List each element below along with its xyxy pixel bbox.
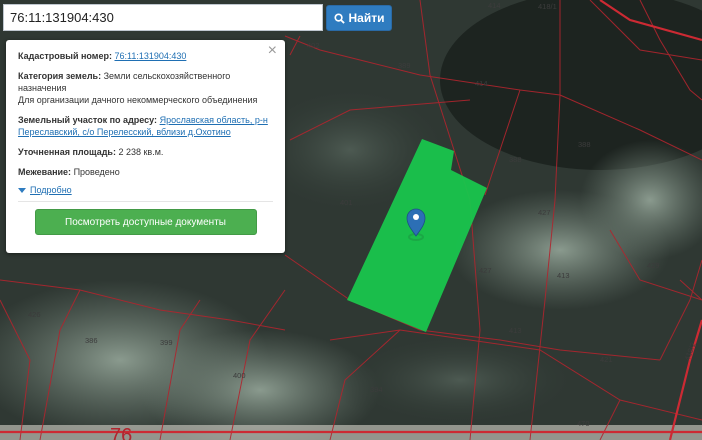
- search-icon: [333, 12, 345, 24]
- divider: [18, 201, 273, 202]
- land-purpose: Для организации дачного некоммерческого …: [18, 95, 258, 105]
- chevron-down-icon: [18, 187, 26, 193]
- survey-row: Межевание: Проведено: [18, 166, 273, 178]
- parcel-label: 400: [233, 371, 246, 380]
- location-marker-icon[interactable]: [406, 208, 426, 241]
- close-icon[interactable]: ×: [268, 43, 277, 59]
- parcel-label: 427: [538, 208, 551, 217]
- area-label: Уточненная площадь:: [18, 147, 116, 157]
- address-label: Земельный участок по адресу:: [18, 115, 158, 125]
- search-input[interactable]: [4, 5, 322, 30]
- parcel-label: 426: [28, 310, 41, 319]
- search-button[interactable]: Найти: [326, 5, 392, 31]
- area-row: Уточненная площадь: 2 238 кв.м.: [18, 146, 273, 158]
- parcel-label: 429: [647, 261, 660, 270]
- search-button-label: Найти: [348, 11, 385, 25]
- cadastral-number-row: Кадастровый номер: 76:11:131904:430: [18, 50, 273, 62]
- search-bar: [3, 4, 323, 31]
- details-toggle[interactable]: Подробно: [18, 184, 273, 196]
- parcel-label: 418/1: [538, 2, 557, 11]
- area-value: 2 238 кв.м.: [118, 147, 164, 157]
- parcel-label: 427: [479, 266, 492, 275]
- land-category-label: Категория земель:: [18, 71, 102, 81]
- district-label: 76: [110, 425, 132, 440]
- parcel-label: 413: [509, 326, 522, 335]
- parcel-label: 470: [577, 419, 590, 428]
- parcel-label: 399: [160, 338, 173, 347]
- parcel-label: 413: [557, 271, 570, 280]
- parcel-label: 401: [340, 198, 353, 207]
- cadastral-number-label: Кадастровый номер:: [18, 51, 112, 61]
- parcel-label: 389: [398, 61, 411, 70]
- survey-label: Межевание:: [18, 167, 72, 177]
- land-category-row: Категория земель: Земли сельскохозяйстве…: [18, 70, 273, 106]
- parcel-label: 388: [509, 155, 522, 164]
- parcel-label: 388: [578, 140, 591, 149]
- cadastral-number-link[interactable]: 76:11:131904:430: [114, 51, 186, 61]
- parcel-label: 402: [307, 41, 320, 50]
- address-row: Земельный участок по адресу: Ярославская…: [18, 114, 273, 138]
- parcel-label: 421: [600, 355, 613, 364]
- survey-value: Проведено: [73, 167, 120, 177]
- parcel-label: 394: [370, 385, 383, 394]
- view-documents-button[interactable]: Посмотреть доступные документы: [34, 209, 257, 235]
- parcel-label: 386: [85, 336, 98, 345]
- details-label: Подробно: [30, 185, 72, 195]
- parcel-label: 414: [475, 79, 488, 88]
- parcel-info-panel: × Кадастровый номер: 76:11:131904:430 Ка…: [6, 40, 285, 253]
- parcel-label: 414: [488, 1, 501, 10]
